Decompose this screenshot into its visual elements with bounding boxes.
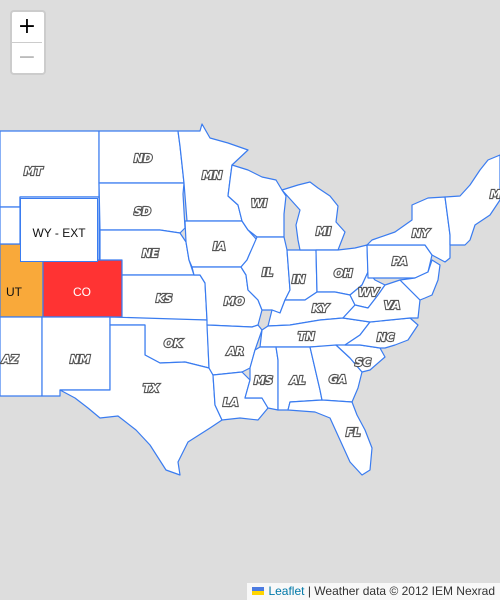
state-mt[interactable] [0,130,100,208]
state-co[interactable] [42,259,123,318]
zoom-control: + − [10,10,46,75]
zoom-in-button[interactable]: + [12,12,42,42]
state-in[interactable] [284,249,318,301]
state-new-england[interactable] [444,154,500,246]
state-az[interactable] [0,316,43,397]
attribution-text: | Weather data © 2012 IEM Nexrad [307,584,495,598]
state-mi[interactable] [281,181,346,251]
map-canvas[interactable]: MT ND MN SD WI MI NE IA NY IL IN OH PA K… [0,0,500,600]
state-ks[interactable] [121,274,208,321]
wy-tooltip: WY - EXT [20,198,98,262]
state-pa[interactable] [366,244,433,279]
ukraine-flag-icon [252,586,265,595]
leaflet-link[interactable]: Leaflet [268,584,304,598]
zoom-out-button[interactable]: − [12,42,42,73]
state-id-nv[interactable] [0,206,21,245]
state-fl[interactable] [287,399,373,476]
state-nm[interactable] [41,316,111,397]
wy-tooltip-text: WY - EXT [32,226,86,240]
attribution: Leaflet | Weather data © 2012 IEM Nexrad [247,583,500,600]
state-nd[interactable] [98,130,185,184]
state-sd[interactable] [98,182,186,234]
state-map [0,123,500,476]
